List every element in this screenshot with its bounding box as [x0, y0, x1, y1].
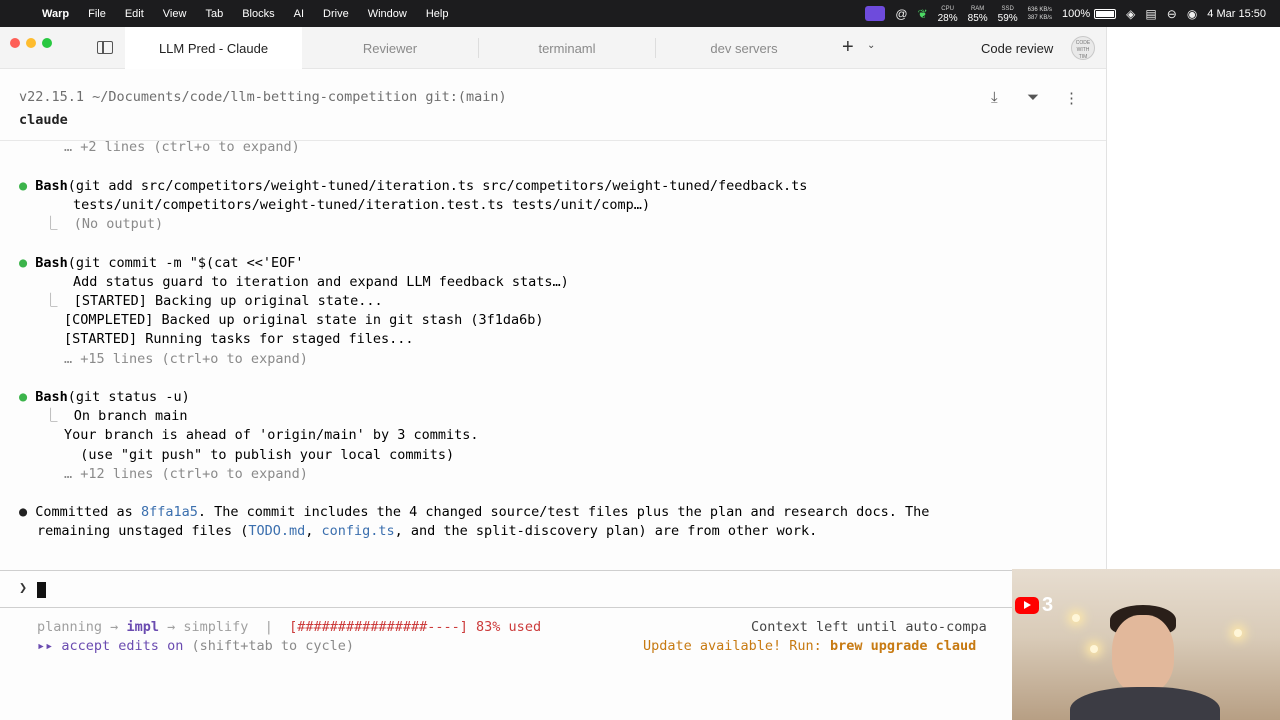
code-review-button[interactable]: Code review — [971, 34, 1063, 62]
input-divider-top — [0, 570, 1012, 571]
tab-reviewer[interactable]: Reviewer — [302, 27, 478, 69]
at-sign-icon[interactable]: @ — [895, 7, 907, 21]
presenter-face — [1112, 615, 1174, 693]
success-dot-icon: ● — [19, 389, 36, 405]
tool-call-args: Add status guard to iteration and expand… — [73, 274, 569, 290]
commit-hash[interactable]: 8ffa1a5 — [141, 504, 198, 520]
chevron-down-icon[interactable]: ⌄ — [867, 40, 875, 51]
download-icon[interactable]: ⤓ — [991, 89, 998, 106]
expand-hint[interactable]: … +15 lines (ctrl+o to expand) — [64, 350, 308, 369]
title-bar: LLM Pred - Claude Reviewer terminaml dev… — [0, 27, 1106, 69]
lamp-light — [1234, 629, 1242, 637]
tab-terminaml[interactable]: terminaml — [479, 27, 655, 69]
zoom-window-button[interactable] — [42, 38, 52, 48]
menu-status-area: @ ❦ CPU 28% RAM 85% SSD 59% 636 KB/s 387 KB/… — [865, 0, 1266, 27]
menu-drive[interactable]: Drive — [323, 8, 349, 20]
menu-window[interactable]: Window — [368, 8, 407, 20]
battery-icon — [1094, 8, 1117, 19]
siri-icon[interactable]: ◉ — [1187, 7, 1197, 21]
menu-blocks[interactable]: Blocks — [242, 8, 274, 20]
assistant-message: ● Committed as 8ffa1a5. The commit inclu… — [19, 504, 930, 520]
update-command[interactable]: brew upgrade claud — [830, 638, 976, 654]
window-controls — [10, 38, 52, 48]
cpu-meter[interactable]: CPU 28% — [938, 5, 958, 24]
update-notice: Update available! Run: brew upgrade clau… — [643, 638, 977, 654]
context-usage-percent: 83% used — [476, 619, 542, 635]
tool-call-bash-add: ● Bash(git add src/competitors/weight-tu… — [19, 178, 808, 194]
lamp-light — [1072, 614, 1080, 622]
fast-forward-icon: ▸▸ — [37, 638, 54, 654]
message-dot-icon: ● — [19, 504, 36, 520]
network-meter[interactable]: 636 KB/s 387 KB/s — [1028, 6, 1052, 22]
success-dot-icon: ● — [19, 178, 36, 194]
expand-hint[interactable]: … +12 lines (ctrl+o to expand) — [64, 465, 308, 484]
new-tab-plus-icon[interactable]: + — [842, 36, 854, 59]
file-link-config[interactable]: config.ts — [322, 523, 395, 539]
success-dot-icon: ● — [19, 255, 36, 271]
close-window-button[interactable] — [10, 38, 20, 48]
assistant-message-cont: remaining unstaged files (TODO.md, confi… — [37, 523, 818, 539]
edit-mode-line: ▸▸ accept edits on (shift+tab to cycle) — [37, 638, 355, 654]
text-cursor[interactable] — [37, 582, 46, 598]
tab-dev-servers[interactable]: dev servers — [656, 27, 832, 69]
menu-tab[interactable]: Tab — [205, 8, 223, 20]
tool-output: ⎿ [STARTED] Backing up original state... — [44, 293, 383, 309]
context-left-label: Context left until auto-compa — [751, 619, 987, 635]
youtube-badge: 3 — [1015, 594, 1053, 617]
menu-view[interactable]: View — [163, 8, 187, 20]
tool-output: [COMPLETED] Backed up original state in … — [64, 312, 544, 328]
menu-clock[interactable]: 4 Mar 15:50 — [1207, 8, 1266, 20]
more-options-icon[interactable]: ⋮ — [1064, 89, 1079, 107]
tool-call-args: tests/unit/competitors/weight-tuned/iter… — [73, 197, 651, 213]
tool-call-bash-commit: ● Bash(git commit -m "$(cat <<'EOF' — [19, 255, 304, 271]
working-directory: v22.15.1 ~/Documents/code/llm-betting-co… — [19, 89, 507, 105]
screen-record-icon[interactable] — [865, 6, 886, 21]
youtube-icon — [1015, 597, 1039, 614]
running-command: claude — [19, 112, 68, 128]
code-with-tim-logo: CODE WITH TIM — [1071, 36, 1095, 60]
tool-output: (use "git push" to publish your local co… — [64, 447, 455, 463]
tool-output: ⎿ (No output) — [44, 216, 164, 232]
menu-help[interactable]: Help — [426, 8, 449, 20]
tool-call-bash-status: ● Bash(git status -u) — [19, 389, 190, 405]
battery-status[interactable]: 100% — [1062, 8, 1117, 20]
toggle-icon[interactable]: ⊖ — [1167, 7, 1177, 21]
menu-ai[interactable]: AI — [294, 8, 304, 20]
tool-output: Your branch is ahead of 'origin/main' by… — [64, 427, 479, 443]
warp-window: LLM Pred - Claude Reviewer terminaml dev… — [0, 27, 1107, 720]
ssd-meter[interactable]: SSD 59% — [998, 5, 1018, 24]
webcam-overlay — [1012, 569, 1280, 720]
minimize-window-button[interactable] — [26, 38, 36, 48]
sidebar-toggle-icon[interactable] — [97, 41, 113, 54]
tab-llm-pred-claude[interactable]: LLM Pred - Claude — [125, 27, 302, 69]
control-center-icon[interactable]: ▤ — [1145, 7, 1156, 21]
prompt-symbol: ❯ — [19, 580, 28, 596]
terminal-block-header: v22.15.1 ~/Documents/code/llm-betting-co… — [0, 69, 1106, 141]
expand-hint[interactable]: … +2 lines (ctrl+o to expand) — [64, 138, 300, 157]
lamp-light — [1090, 645, 1098, 653]
ram-meter[interactable]: RAM 85% — [968, 5, 988, 24]
input-divider-bottom — [0, 607, 1012, 608]
tool-output: ⎿ On branch main — [44, 408, 188, 424]
leaf-icon[interactable]: ❦ — [918, 7, 928, 21]
context-usage-bar: [################----] — [289, 619, 468, 635]
presenter-body — [1070, 687, 1220, 720]
menu-file[interactable]: File — [88, 8, 106, 20]
workflow-status-line: planning → impl → simplify | [##########… — [37, 619, 542, 635]
file-link-todo[interactable]: TODO.md — [248, 523, 305, 539]
tool-output: [STARTED] Running tasks for staged files… — [64, 331, 414, 347]
wifi-icon[interactable]: ◈ — [1126, 7, 1135, 21]
menu-edit[interactable]: Edit — [125, 8, 144, 20]
filter-icon[interactable]: ⏷ — [1027, 89, 1039, 106]
system-menu-bar: Warp File Edit View Tab Blocks AI Drive … — [0, 0, 1280, 27]
menu-app-name[interactable]: Warp — [42, 8, 69, 20]
